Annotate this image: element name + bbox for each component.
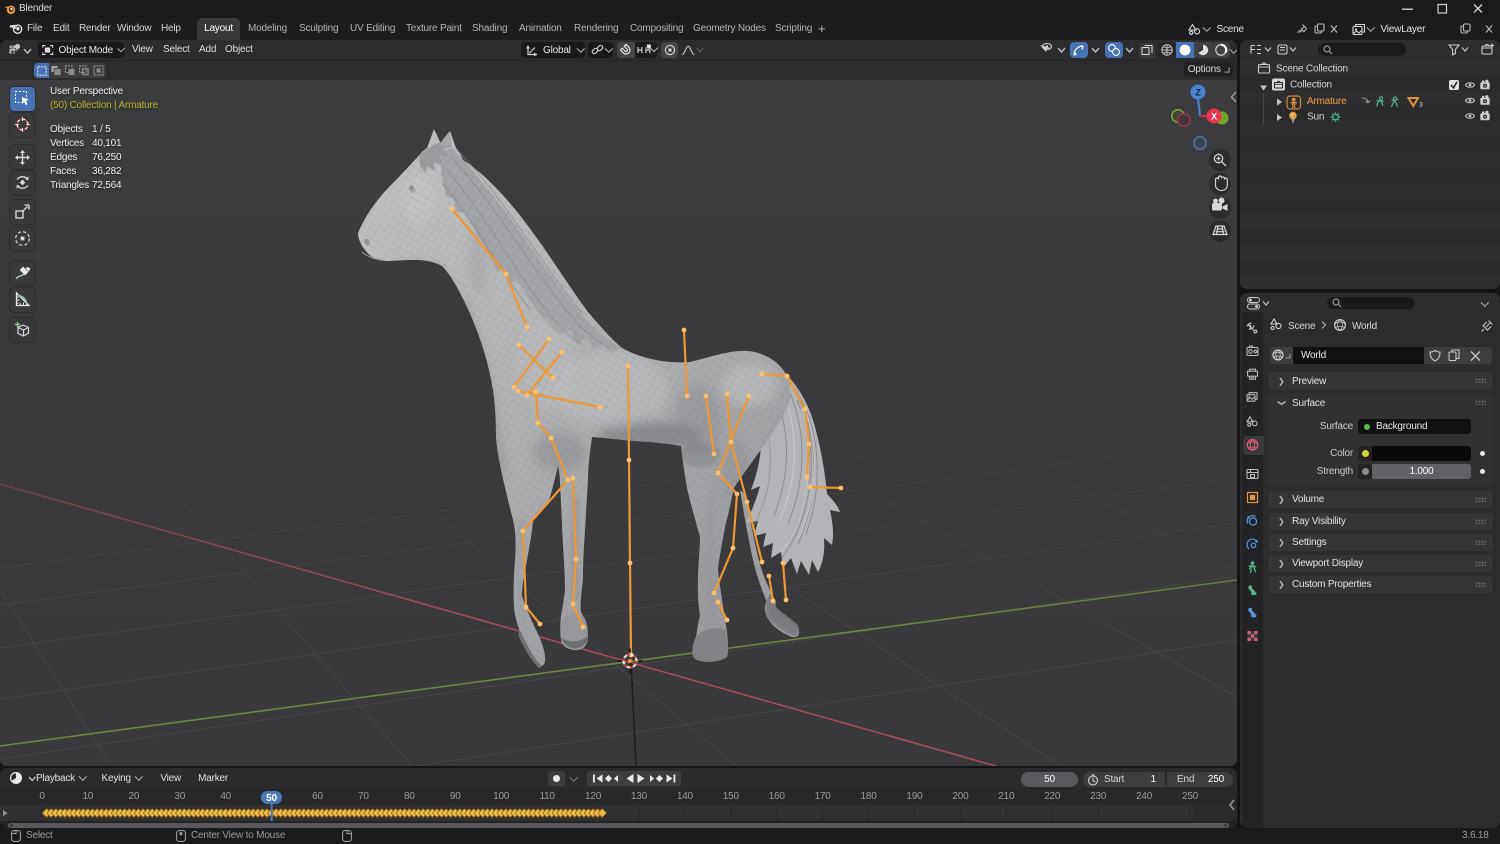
svg-text:30: 30 bbox=[174, 791, 185, 802]
svg-text:210: 210 bbox=[998, 791, 1015, 802]
svg-text:Collection: Collection bbox=[1290, 80, 1332, 91]
svg-text:130: 130 bbox=[631, 791, 648, 802]
svg-text:50: 50 bbox=[266, 793, 277, 804]
svg-text:250: 250 bbox=[1182, 791, 1199, 802]
svg-text:70: 70 bbox=[358, 791, 369, 802]
svg-text:20: 20 bbox=[128, 791, 139, 802]
svg-text:X: X bbox=[1211, 112, 1217, 122]
svg-text:120: 120 bbox=[585, 791, 602, 802]
svg-text:230: 230 bbox=[1090, 791, 1107, 802]
svg-text:Sun: Sun bbox=[1307, 112, 1324, 123]
svg-text:3: 3 bbox=[1419, 102, 1423, 109]
svg-text:Scene: Scene bbox=[1288, 321, 1316, 332]
svg-text:80: 80 bbox=[404, 791, 415, 802]
svg-text:10: 10 bbox=[83, 791, 94, 802]
svg-text:180: 180 bbox=[861, 791, 878, 802]
svg-text:240: 240 bbox=[1136, 791, 1153, 802]
svg-text:200: 200 bbox=[952, 791, 969, 802]
svg-text:150: 150 bbox=[723, 791, 740, 802]
svg-text:Scene Collection: Scene Collection bbox=[1276, 64, 1348, 75]
svg-text:110: 110 bbox=[539, 791, 555, 802]
svg-text:160: 160 bbox=[769, 791, 786, 802]
svg-text:140: 140 bbox=[677, 791, 694, 802]
svg-text:190: 190 bbox=[906, 791, 923, 802]
svg-text:170: 170 bbox=[815, 791, 832, 802]
svg-text:100: 100 bbox=[493, 791, 510, 802]
svg-text:Armature: Armature bbox=[1307, 96, 1347, 107]
svg-text:90: 90 bbox=[450, 791, 461, 802]
svg-text:Z: Z bbox=[1195, 88, 1201, 98]
svg-text:0: 0 bbox=[39, 791, 45, 802]
svg-text:60: 60 bbox=[312, 791, 323, 802]
svg-text:World: World bbox=[1352, 321, 1377, 332]
svg-text:220: 220 bbox=[1044, 791, 1061, 802]
svg-text:40: 40 bbox=[220, 791, 231, 802]
